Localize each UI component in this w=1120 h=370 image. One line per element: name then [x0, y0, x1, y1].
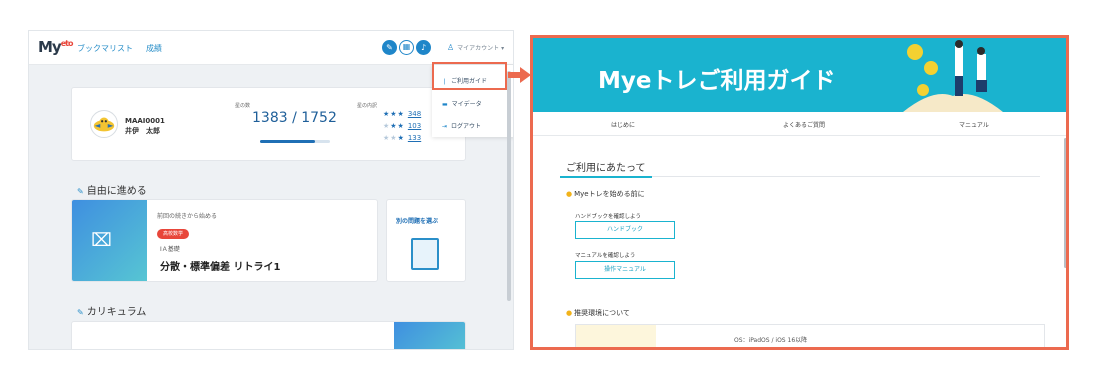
nav-grades[interactable]: 成績 — [146, 43, 162, 54]
book-icon: ⌧ — [91, 230, 112, 251]
stage: Myeto ブックマリスト 成績 ✎ ▦ ♪ ♙ マイアカウント ▾ MAAI00… — [0, 0, 1120, 370]
breakdown-count[interactable]: 133 — [408, 134, 421, 142]
curriculum-card[interactable] — [71, 321, 466, 349]
dropdown-item-mydata[interactable]: ▬ マイデータ — [442, 99, 482, 108]
manual-button[interactable]: 操作マニュアル — [575, 261, 675, 279]
user-name: 井伊 太郎 — [125, 127, 160, 135]
breakdown-row: ★★★ 103 — [383, 122, 422, 130]
stars-progress-fill — [260, 140, 316, 143]
calendar-icon[interactable]: ▦ — [399, 40, 414, 55]
pen-icon: ✎ — [77, 308, 84, 317]
course-name: ⅠＡ基礎 — [160, 246, 180, 253]
dropdown-item-logout[interactable]: ⇥ ログアウト — [442, 121, 481, 130]
environment-table: OS：iPadOS / iOS 16以降 — [575, 324, 1045, 347]
profile-card: MAAI0001 井伊 太郎 星の数 1383 / 1752 星の内訳 ★★★ 3… — [71, 87, 466, 161]
choose-other-card[interactable]: 別の問題を選ぶ — [386, 199, 466, 282]
continue-text: 前回の続きから始める — [157, 213, 218, 220]
guide-section-title: ご利用にあたって — [566, 163, 646, 174]
lesson-title: 分散・標準偏差 リトライ1 — [160, 262, 281, 273]
document-icon — [411, 238, 439, 270]
stars-count: 1383 / 1752 — [252, 110, 337, 126]
environment-table-header — [576, 325, 656, 347]
bell-icon[interactable]: ♪ — [416, 40, 431, 55]
data-icon: ▬ — [442, 101, 448, 108]
user-icon: ♙ — [447, 43, 455, 52]
guide-scrollbar[interactable] — [1064, 138, 1066, 268]
curriculum-section-title: ✎ カリキュラム — [77, 307, 147, 318]
nav-bookmark-list[interactable]: ブックマリスト — [77, 43, 133, 54]
highlight-box — [432, 62, 507, 90]
subject-tag: 高校数学 — [157, 229, 190, 239]
handbook-hint: ハンドブックを確認しよう — [575, 214, 642, 220]
section-divider-accent — [560, 176, 652, 178]
pin-icon: ● — [566, 190, 573, 198]
environment-heading: ● 推奨環境について — [566, 309, 630, 317]
curriculum-card-banner — [394, 322, 465, 349]
stars-label: 星の数 — [235, 103, 251, 109]
account-label: マイアカウント — [457, 45, 500, 52]
pencil-icon[interactable]: ✎ — [382, 40, 397, 55]
free-section-title: ✎ 自由に進める — [77, 186, 147, 197]
account-menu[interactable]: ♙ マイアカウント ▾ — [447, 43, 504, 52]
app-header: Myeto ブックマリスト 成績 ✎ ▦ ♪ ♙ マイアカウント ▾ — [29, 31, 513, 65]
choose-other-label: 別の問題を選ぶ — [396, 218, 439, 225]
breakdown-label: 星の内訳 — [357, 103, 378, 109]
environment-os: OS：iPadOS / iOS 16以降 — [734, 337, 808, 344]
stars-progress-bar — [260, 140, 330, 143]
app-logo[interactable]: Myeto — [38, 38, 73, 56]
breakdown-row: ★★★ 133 — [383, 134, 422, 142]
tab-intro[interactable]: はじめに — [611, 120, 635, 129]
handbook-button[interactable]: ハンドブック — [575, 221, 675, 239]
avatar — [90, 110, 118, 138]
tab-manual[interactable]: マニュアル — [959, 120, 989, 129]
pen-icon: ✎ — [77, 187, 84, 196]
tab-faq[interactable]: よくあるご質問 — [783, 120, 825, 129]
breakdown-count[interactable]: 103 — [408, 122, 421, 130]
user-id: MAAI0001 — [125, 117, 165, 125]
continue-card[interactable]: ⌧ 前回の続きから始める 高校数学 ⅠＡ基礎 分散・標準偏差 リトライ1 — [71, 199, 378, 282]
guide-tabs: はじめに よくあるご質問 マニュアル — [533, 112, 1066, 136]
breakdown-count[interactable]: 348 — [408, 110, 421, 118]
logout-icon: ⇥ — [442, 123, 448, 130]
guide-banner: Myeトレご利用ガイド — [533, 38, 1066, 112]
scrollbar[interactable] — [507, 71, 511, 301]
guide-window: Myeトレご利用ガイド はじめに よくあるご質問 マニュアル ご利用にあたって … — [530, 35, 1069, 350]
manual-hint: マニュアルを確認しよう — [575, 253, 636, 259]
students-illustration — [903, 40, 1003, 112]
arrow-icon — [508, 67, 531, 83]
before-start-heading: ● Myeトレを始める前に — [566, 190, 645, 198]
continue-card-banner: ⌧ — [72, 200, 147, 281]
pin-icon: ● — [566, 309, 573, 317]
guide-title: Myeトレご利用ガイド — [598, 68, 836, 94]
breakdown-row: ★★★ 348 — [383, 110, 422, 118]
